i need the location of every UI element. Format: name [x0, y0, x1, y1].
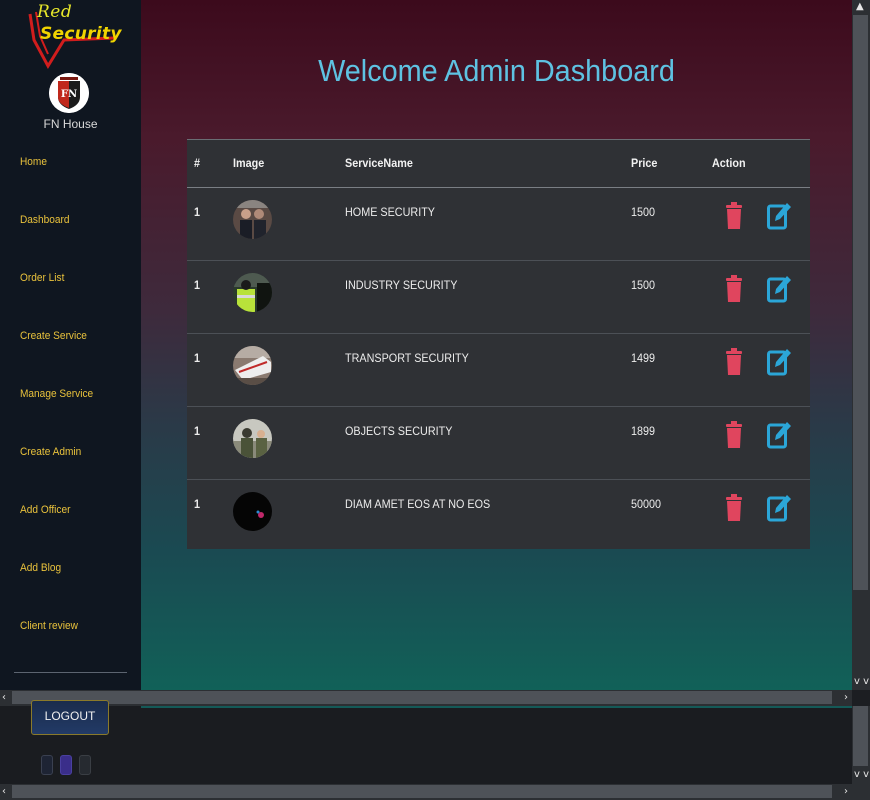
row-price: 1499 — [631, 351, 656, 365]
row-price: 50000 — [631, 497, 662, 511]
vertical-scrollbar-thumb[interactable] — [853, 15, 868, 590]
nav-item-dashboard[interactable]: Dashboard — [20, 214, 70, 226]
nav-item-manage-service[interactable]: Manage Service — [20, 388, 93, 400]
guards-photo-icon — [233, 200, 272, 239]
nav-item-create-admin[interactable]: Create Admin — [20, 446, 81, 458]
logout-button[interactable]: LOGOUT — [31, 700, 109, 735]
edit-icon[interactable] — [767, 492, 791, 522]
nav-item-client-review[interactable]: Client review — [20, 620, 78, 632]
row-service-name: OBJECTS SECURITY — [345, 424, 453, 438]
indicator-dot[interactable] — [60, 755, 72, 775]
header-image: Image — [233, 156, 265, 170]
fn-crest-icon: FN — [49, 73, 89, 113]
trash-icon[interactable] — [725, 419, 743, 449]
indicator-dot[interactable] — [79, 755, 91, 775]
header-service: ServiceName — [345, 156, 413, 170]
row-num: 1 — [194, 424, 201, 438]
row-price: 1899 — [631, 424, 656, 438]
nav-item-create-service[interactable]: Create Service — [20, 330, 87, 342]
sidebar: Red Security FN FN House Home Dashboard … — [0, 0, 141, 690]
trash-icon[interactable] — [725, 346, 743, 376]
footer-accent-line — [141, 706, 852, 708]
edit-icon[interactable] — [767, 200, 791, 230]
soldier-photo-icon — [233, 419, 272, 458]
dark-photo-icon — [233, 492, 272, 531]
header-action: Action — [712, 156, 746, 170]
nav-item-home[interactable]: Home — [20, 156, 47, 168]
row-num: 1 — [194, 278, 201, 292]
scroll-left-icon-2[interactable]: ‹ — [2, 786, 6, 797]
fn-house-logo: FN — [49, 73, 89, 113]
horizontal-scrollbar-thumb[interactable] — [12, 691, 832, 704]
scroll-down-icon-2[interactable]: v v — [854, 769, 869, 780]
vertical-scrollbar-thumb-2[interactable] — [853, 706, 868, 766]
row-price: 1500 — [631, 205, 656, 219]
scroll-down-icon[interactable]: v v — [854, 676, 869, 687]
edit-icon[interactable] — [767, 419, 791, 449]
table-row: 1 INDUSTRY SECURITY 1500 — [187, 261, 810, 334]
trash-icon[interactable] — [725, 492, 743, 522]
scroll-right-icon[interactable]: › — [844, 692, 848, 703]
row-num: 1 — [194, 497, 201, 511]
table-row: 1 OBJECTS SECURITY 1899 — [187, 407, 810, 480]
indicator-dot[interactable] — [41, 755, 53, 775]
table-row: 1 HOME SECURITY 1500 — [187, 188, 810, 261]
app-window: Red Security FN FN House Home Dashboard … — [0, 0, 870, 800]
edit-icon[interactable] — [767, 346, 791, 376]
brand-logo[interactable]: Red Security — [26, 0, 121, 70]
edit-icon[interactable] — [767, 273, 791, 303]
brand-line2: Security — [40, 24, 122, 44]
page-title: Welcome Admin Dashboard — [318, 53, 675, 88]
horizontal-scrollbar-thumb-2[interactable] — [12, 785, 832, 798]
trash-icon[interactable] — [725, 200, 743, 230]
trash-icon[interactable] — [725, 273, 743, 303]
house-name: FN House — [43, 117, 98, 131]
header-price: Price — [631, 156, 658, 170]
row-num: 1 — [194, 351, 201, 365]
row-price: 1500 — [631, 278, 656, 292]
row-num: 1 — [194, 205, 201, 219]
scroll-left-icon[interactable]: ‹ — [2, 692, 6, 703]
table-row: 1 TRANSPORT SECURITY 1499 — [187, 334, 810, 407]
row-service-name: TRANSPORT SECURITY — [345, 351, 469, 365]
nav-item-add-officer[interactable]: Add Officer — [20, 504, 70, 516]
table-row: 1 DIAM AMET EOS AT NO EOS 50000 — [187, 480, 810, 553]
svg-text:FN: FN — [61, 89, 77, 100]
scroll-right-icon-2[interactable]: › — [844, 786, 848, 797]
nav-item-order-list[interactable]: Order List — [20, 272, 64, 284]
services-table: # Image ServiceName Price Action 1 HOME … — [187, 139, 810, 549]
sidebar-footer-panel — [0, 706, 852, 784]
row-service-name: INDUSTRY SECURITY — [345, 278, 458, 292]
nav-divider — [14, 672, 127, 673]
train-photo-icon — [233, 346, 272, 385]
main-content: Welcome Admin Dashboard # Image ServiceN… — [141, 0, 852, 690]
vest-officer-photo-icon — [233, 273, 272, 312]
nav-item-add-blog[interactable]: Add Blog — [20, 562, 61, 574]
scroll-up-icon[interactable]: ▲ — [856, 1, 864, 12]
row-service-name: HOME SECURITY — [345, 205, 436, 219]
header-num: # — [194, 156, 201, 170]
row-service-name: DIAM AMET EOS AT NO EOS — [345, 497, 491, 511]
brand-line1: Red — [37, 2, 73, 22]
